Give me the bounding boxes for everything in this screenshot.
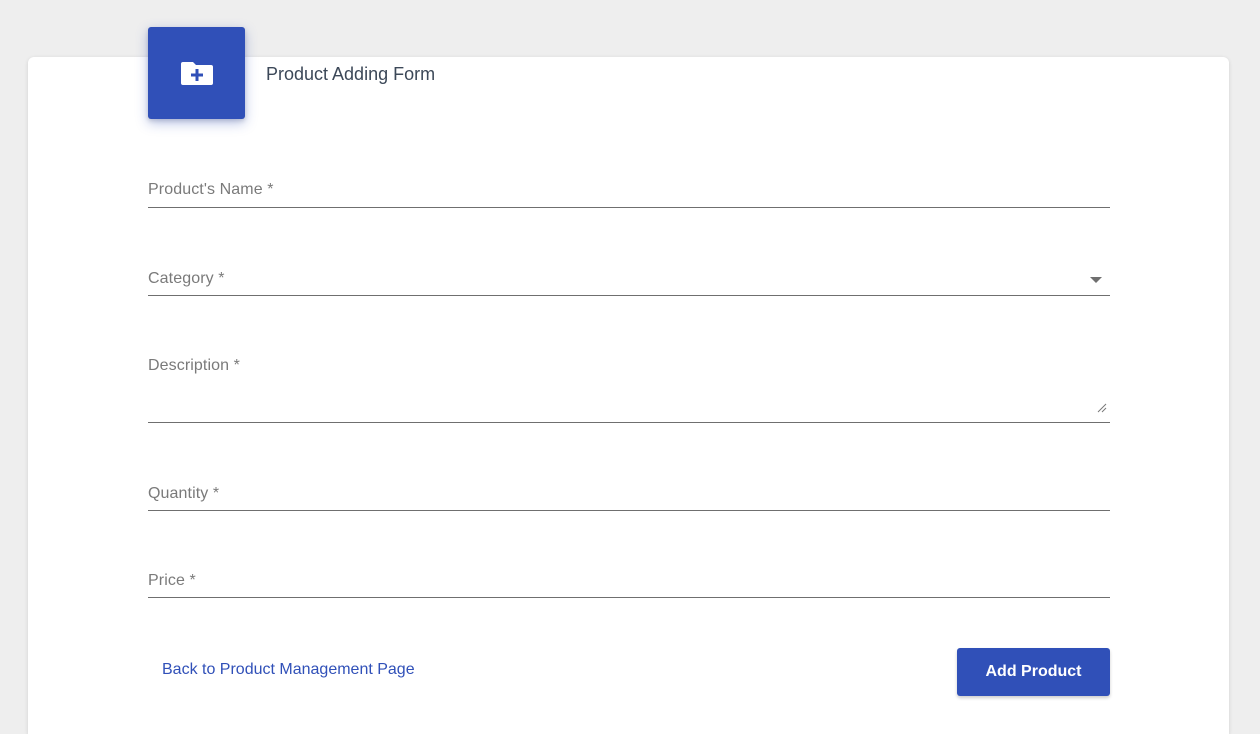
description-textarea[interactable]: Description * [148, 345, 1110, 423]
quantity-label: Quantity * [148, 485, 220, 502]
folder-plus-icon [180, 62, 213, 85]
product-name-field[interactable]: Product's Name * [148, 168, 1110, 208]
quantity-field[interactable]: Quantity * [148, 474, 1110, 511]
price-label: Price * [148, 572, 196, 589]
header-icon-box [148, 27, 245, 119]
page: Product Adding Form Product's Name * Cat… [0, 0, 1260, 734]
dropdown-arrow-icon[interactable] [1090, 277, 1102, 283]
back-to-product-management-link[interactable]: Back to Product Management Page [162, 661, 415, 679]
form-title: Product Adding Form [266, 64, 436, 84]
product-name-label: Product's Name * [148, 181, 274, 198]
price-field[interactable]: Price * [148, 561, 1110, 598]
category-label: Category * [148, 270, 225, 287]
add-product-button[interactable]: Add Product [957, 648, 1110, 696]
description-label: Description * [148, 357, 241, 374]
resize-handle-icon[interactable] [1097, 403, 1107, 413]
category-select[interactable]: Category * [148, 258, 1110, 296]
